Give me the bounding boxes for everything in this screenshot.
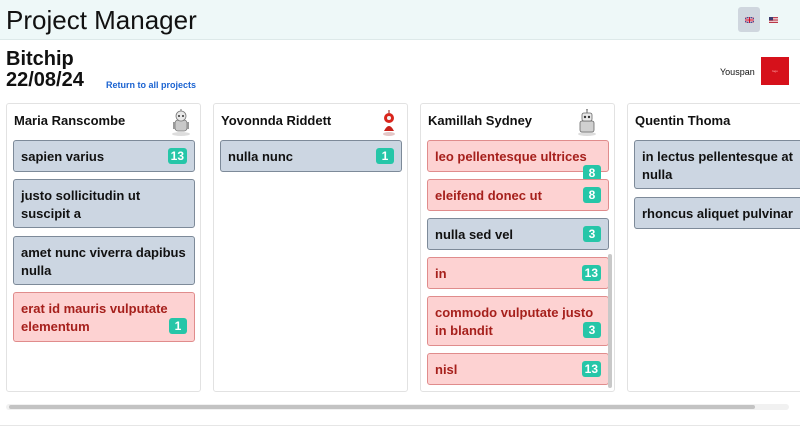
column-yovonnda-riddett: Yovonnda Riddett nulla nunc 1 <box>213 103 408 392</box>
language-option-uk[interactable] <box>738 7 760 32</box>
task-card-overdue[interactable]: eleifend donec ut 8 <box>427 179 609 211</box>
task-card[interactable]: nulla sed vel 3 <box>427 218 609 250</box>
column-quentin-thoma: Quentin Thoma in lectus pellentesque at … <box>627 103 800 392</box>
board-scrollbar-thumb[interactable] <box>9 405 755 409</box>
column-scrollbar[interactable] <box>608 254 612 388</box>
task-card[interactable]: in lectus pellentesque at nulla <box>634 140 800 189</box>
company-logo-text: logo <box>772 69 778 73</box>
task-title: commodo vulputate justo in blandit <box>435 305 594 338</box>
task-card[interactable]: sapien varius 13 <box>13 140 195 172</box>
column-maria-ranscombe: Maria Ranscombe sapien varius 13 justo s… <box>6 103 201 392</box>
task-card-overdue[interactable]: erat id mauris vulputate elementum 1 <box>13 292 195 342</box>
column-kamillah-sydney: Kamillah Sydney leo pellentesque ultrice… <box>420 103 615 392</box>
task-title: rhoncus aliquet pulvinar <box>642 206 793 221</box>
company-logo: logo <box>761 57 789 85</box>
app-header: Project Manager <box>0 0 800 40</box>
project-name: Bitchip <box>6 48 74 70</box>
robot-avatar-icon <box>578 109 596 136</box>
robot-avatar-icon <box>172 109 190 136</box>
task-card-overdue[interactable]: in 13 <box>427 257 609 289</box>
task-card[interactable]: nulla nunc 1 <box>220 140 402 172</box>
language-switcher <box>738 7 784 32</box>
task-count-badge: 13 <box>581 265 601 281</box>
task-count-badge: 13 <box>581 361 601 377</box>
divider <box>0 425 800 426</box>
kanban-board: Maria Ranscombe sapien varius 13 justo s… <box>0 100 800 396</box>
task-title: sapien varius <box>21 149 105 164</box>
column-title: Maria Ranscombe <box>14 113 126 128</box>
return-to-projects-link[interactable]: Return to all projects <box>106 80 196 90</box>
task-title: in <box>435 266 447 281</box>
column-title: Quentin Thoma <box>635 113 731 128</box>
task-title: eleifend donec ut <box>435 188 542 203</box>
task-card[interactable]: amet nunc viverra dapibus nulla <box>13 236 195 285</box>
uk-flag-icon <box>744 16 754 23</box>
task-count-badge: 13 <box>167 148 187 164</box>
task-title: in lectus pellentesque at nulla <box>642 149 793 182</box>
project-date: 22/08/24 <box>6 69 84 91</box>
task-title: justo sollicitudin ut suscipit a <box>21 188 141 221</box>
task-card[interactable]: rhoncus aliquet pulvinar <box>634 197 800 229</box>
task-count-badge: 3 <box>583 226 601 242</box>
task-title: leo pellentesque ultrices <box>435 149 587 164</box>
task-card-overdue[interactable]: nisl 13 <box>427 353 609 385</box>
red-robot-avatar-icon <box>383 110 395 136</box>
column-title: Kamillah Sydney <box>428 113 533 128</box>
task-card-overdue[interactable]: commodo vulputate justo in blandit 3 <box>427 296 609 346</box>
language-option-us[interactable] <box>762 7 784 32</box>
task-title: nulla nunc <box>228 149 293 164</box>
app-title: Project Manager <box>6 5 197 35</box>
column-title: Yovonnda Riddett <box>221 113 332 128</box>
task-card-overdue[interactable]: leo pellentesque ultrices 8 <box>427 140 609 181</box>
task-count-badge: 1 <box>169 318 187 334</box>
task-title: nisl <box>435 362 458 377</box>
task-count-badge: 8 <box>583 187 601 203</box>
task-count-badge: 1 <box>376 148 394 164</box>
company-name: Youspan <box>720 67 755 77</box>
task-title: erat id mauris vulputate elementum <box>21 301 168 334</box>
task-card[interactable]: justo sollicitudin ut suscipit a <box>13 179 195 228</box>
task-title: nulla sed vel <box>435 227 514 242</box>
us-flag-icon <box>768 16 778 23</box>
task-count-badge: 3 <box>583 322 601 338</box>
task-title: amet nunc viverra dapibus nulla <box>21 245 186 278</box>
